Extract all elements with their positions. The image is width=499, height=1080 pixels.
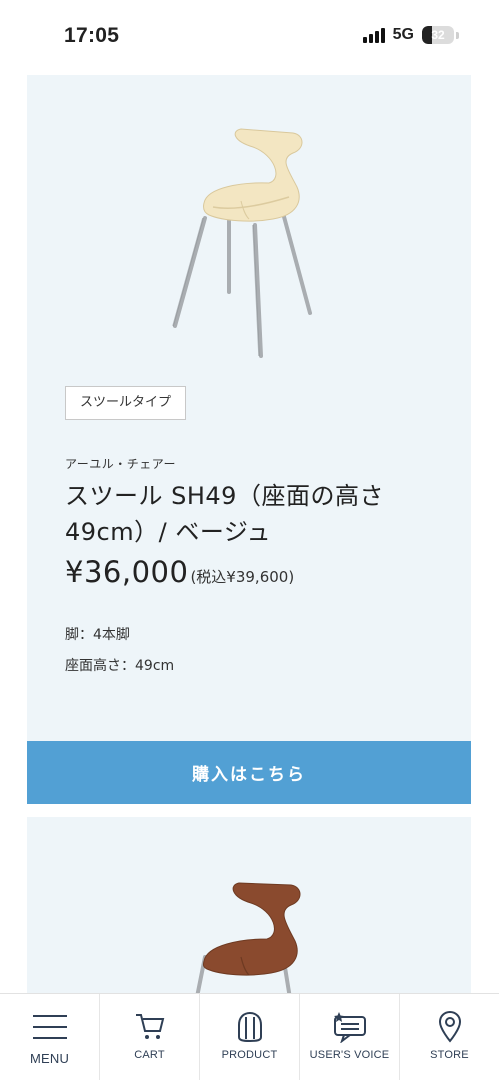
price-tax-included: (税込¥39,600) (190, 568, 295, 586)
nav-users-voice[interactable]: USER'S VOICE (300, 994, 400, 1080)
nav-cart[interactable]: CART (100, 994, 200, 1080)
buy-button[interactable]: 購入はこちら (27, 741, 471, 804)
product-card[interactable] (27, 817, 471, 997)
nav-label: MENU (29, 1051, 70, 1066)
category-tag[interactable]: スツールタイプ (65, 386, 187, 420)
nav-label: CART (134, 1049, 165, 1061)
product-brand: アーユル・チェアー (65, 457, 177, 471)
price-value: ¥36,000 (65, 555, 189, 589)
product-card[interactable]: スツールタイプ アーユル・チェアー スツール SH49（座面の高さ49cm）/ … (27, 75, 471, 741)
price: ¥36,000 (税込¥39,600) (65, 555, 294, 589)
menu-icon (32, 1010, 68, 1044)
battery-level: 32 (431, 28, 445, 42)
bottom-nav: MENU CART PRODUCT USER'S VOICE STORE (0, 993, 499, 1080)
spec-seat-height: 座面高さ：49cm (65, 658, 175, 674)
chair-icon (235, 1010, 265, 1044)
nav-label: PRODUCT (221, 1049, 278, 1061)
nav-label: USER'S VOICE (309, 1049, 390, 1061)
nav-label: STORE (430, 1049, 469, 1061)
status-time: 17:05 (64, 24, 120, 47)
product-image[interactable] (27, 817, 471, 997)
battery-icon: 32 (422, 26, 454, 44)
status-bar: 17:05 5G 32 (0, 0, 499, 72)
spec-legs: 脚：4本脚 (65, 627, 130, 643)
product-image[interactable] (27, 75, 471, 375)
nav-product[interactable]: PRODUCT (200, 994, 300, 1080)
nav-menu[interactable]: MENU (0, 994, 100, 1080)
network-label: 5G (392, 26, 414, 43)
nav-store[interactable]: STORE (400, 994, 499, 1080)
product-title[interactable]: スツール SH49（座面の高さ49cm）/ ベージュ (65, 478, 470, 550)
cart-icon (134, 1010, 166, 1044)
status-indicators: 5G 32 (362, 26, 459, 44)
location-pin-icon (438, 1010, 462, 1044)
chat-icon (332, 1010, 368, 1044)
signal-icon (362, 27, 385, 43)
